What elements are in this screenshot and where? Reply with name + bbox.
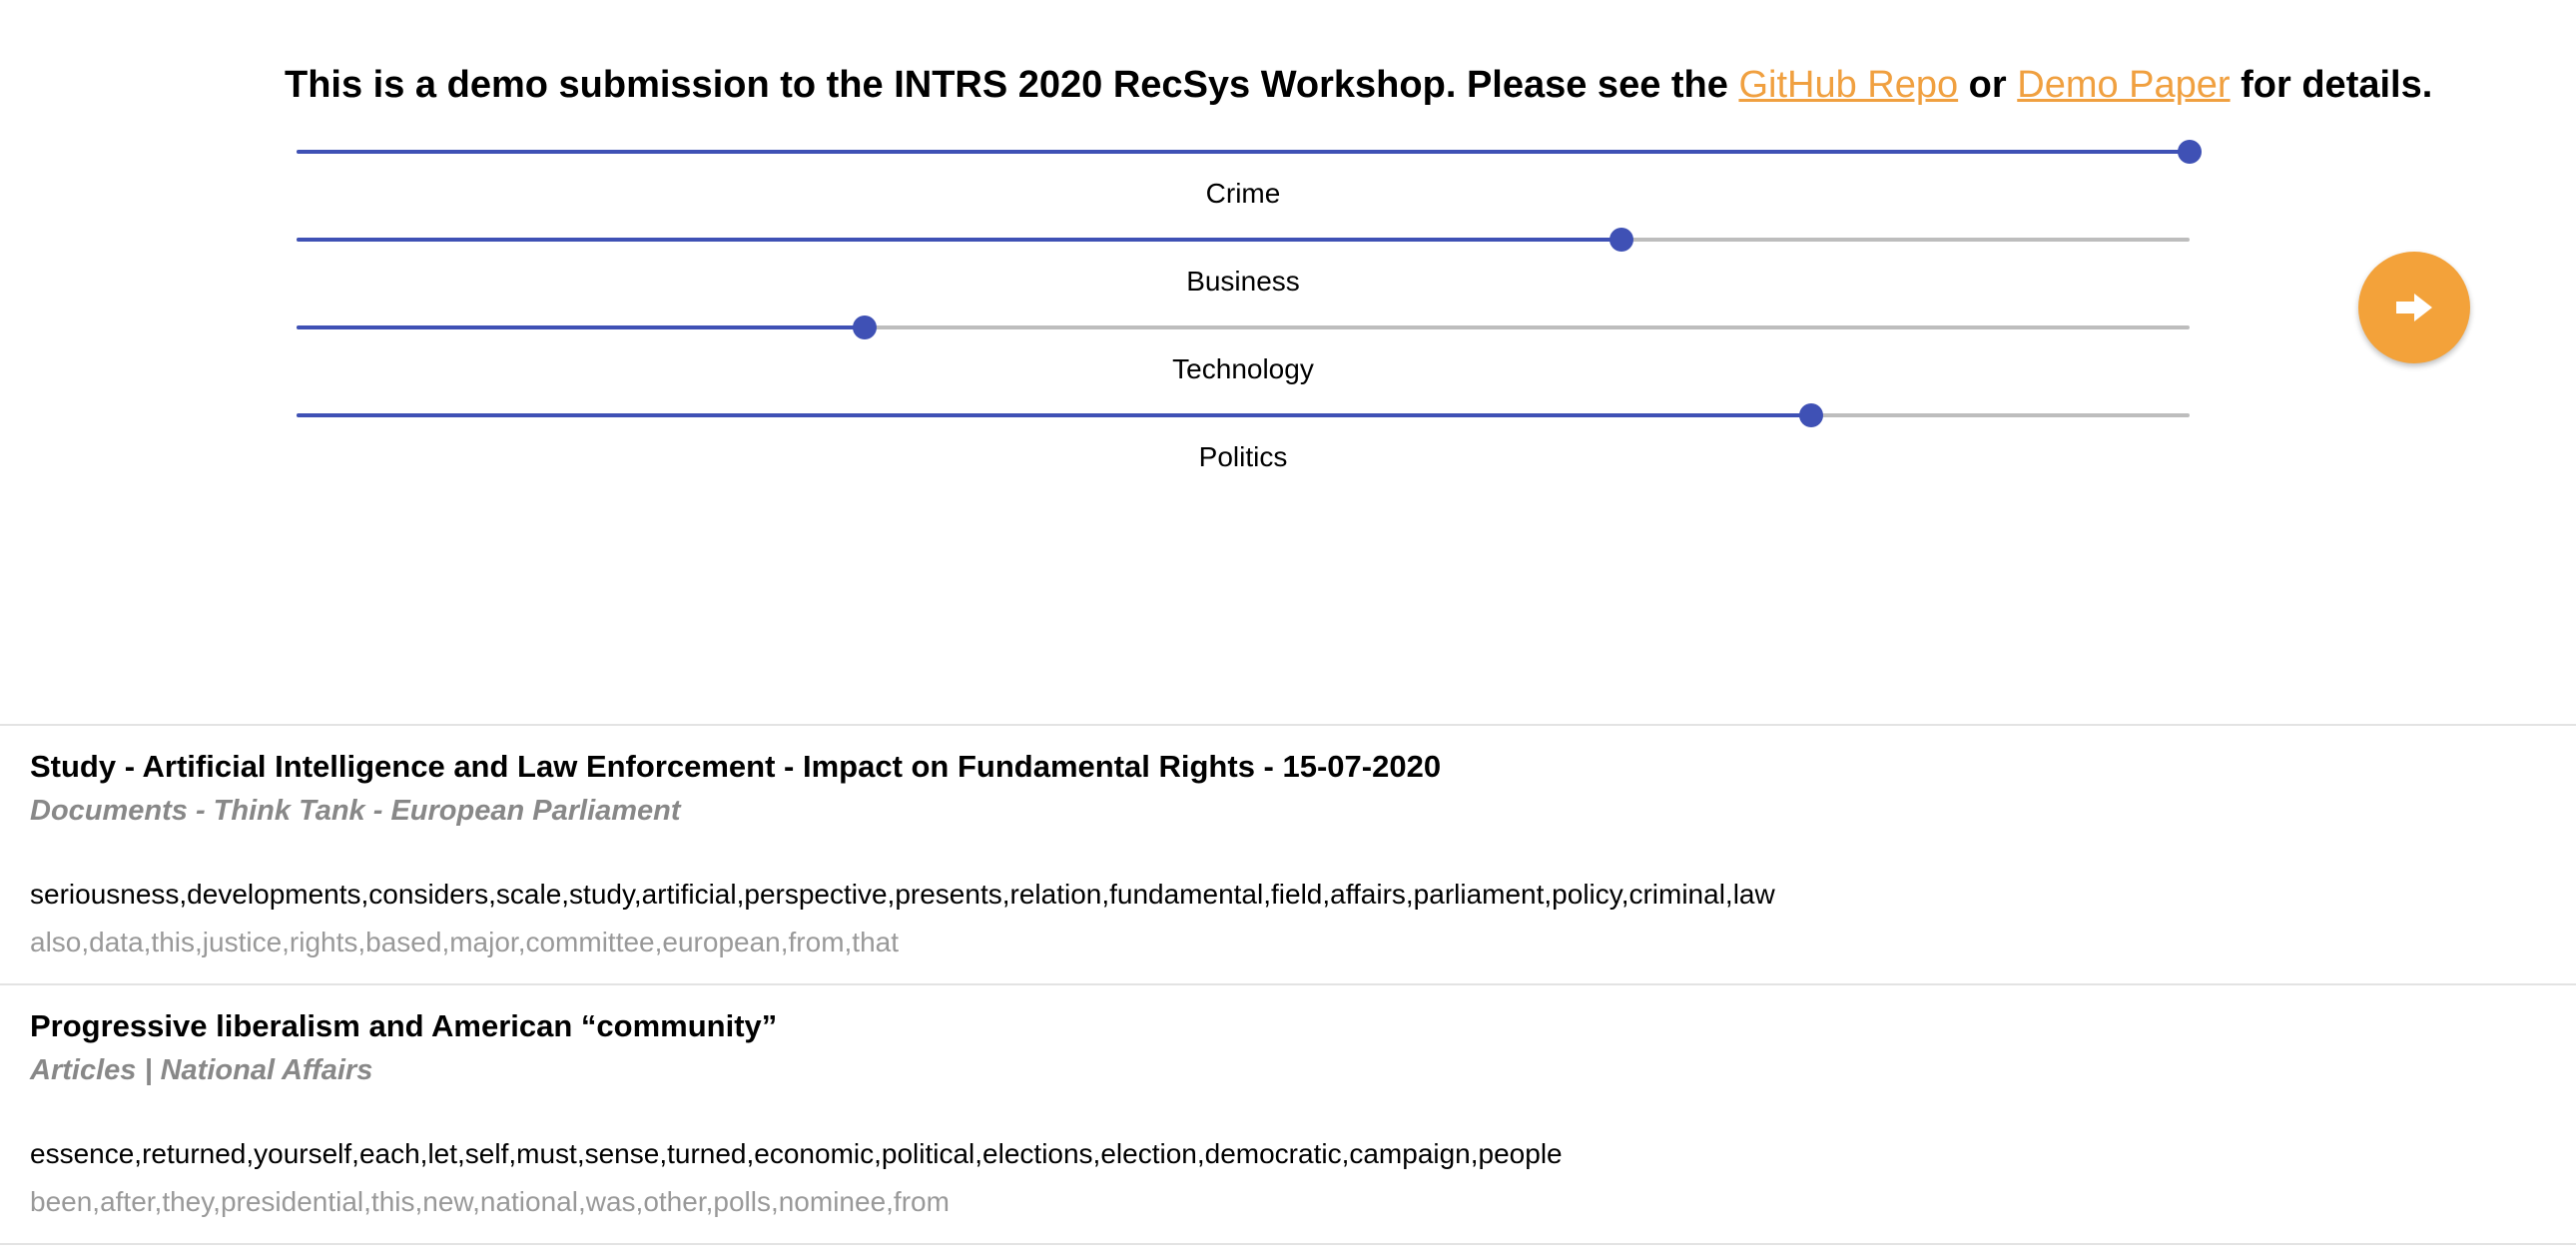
page: This is a demo submission to the INTRS 2… [0, 0, 2576, 1258]
divider [0, 983, 2576, 985]
slider-thumb[interactable] [1610, 228, 1634, 252]
demo-paper-link[interactable]: Demo Paper [2017, 64, 2230, 106]
slider-thumb[interactable] [2178, 140, 2202, 164]
article-source: Articles | National Affairs [30, 1054, 373, 1086]
article-item[interactable]: Study - Artificial Intelligence and Law … [30, 747, 2526, 960]
banner-text-middle: or [1958, 64, 2018, 106]
github-repo-link[interactable]: GitHub Repo [1738, 64, 1958, 106]
slider-technology[interactable] [297, 312, 2190, 341]
article-keywords: essence,returned,yourself,each,let,self,… [30, 1138, 1563, 1169]
slider-fill [297, 150, 2190, 154]
article-keywords-secondary: also,data,this,justice,rights,based,majo… [30, 927, 899, 957]
article-title[interactable]: Study - Artificial Intelligence and Law … [30, 747, 2526, 787]
next-button[interactable] [2358, 252, 2470, 363]
slider-label-crime: Crime [1205, 178, 1281, 209]
demo-banner: This is a demo submission to the INTRS 2… [285, 58, 2561, 112]
article-keywords-secondary: been,after,they,presidential,this,new,na… [30, 1186, 950, 1217]
slider-fill [297, 325, 865, 329]
slider-thumb[interactable] [1798, 403, 1823, 427]
article-title[interactable]: Progressive liberalism and American “com… [30, 1006, 2526, 1046]
article-source: Documents - Think Tank - European Parlia… [30, 795, 681, 827]
banner-text-after: for details. [2230, 64, 2433, 106]
article-keywords: seriousness,developments,considers,scale… [30, 879, 1775, 910]
slider-politics[interactable] [297, 399, 2190, 429]
slider-fill [297, 413, 1811, 417]
slider-label-politics: Politics [1198, 441, 1288, 472]
slider-label-business: Business [1186, 266, 1300, 297]
slider-business[interactable] [297, 224, 2190, 254]
divider [0, 724, 2576, 726]
slider-fill [297, 238, 1622, 242]
divider [0, 1243, 2576, 1245]
banner-text-before: This is a demo submission to the INTRS 2… [285, 64, 1739, 106]
slider-crime[interactable] [297, 136, 2202, 166]
slider-label-technology: Technology [1172, 353, 1314, 384]
arrow-right-icon [2396, 294, 2432, 321]
article-item[interactable]: Progressive liberalism and American “com… [30, 1006, 2526, 1220]
slider-thumb[interactable] [852, 315, 877, 339]
